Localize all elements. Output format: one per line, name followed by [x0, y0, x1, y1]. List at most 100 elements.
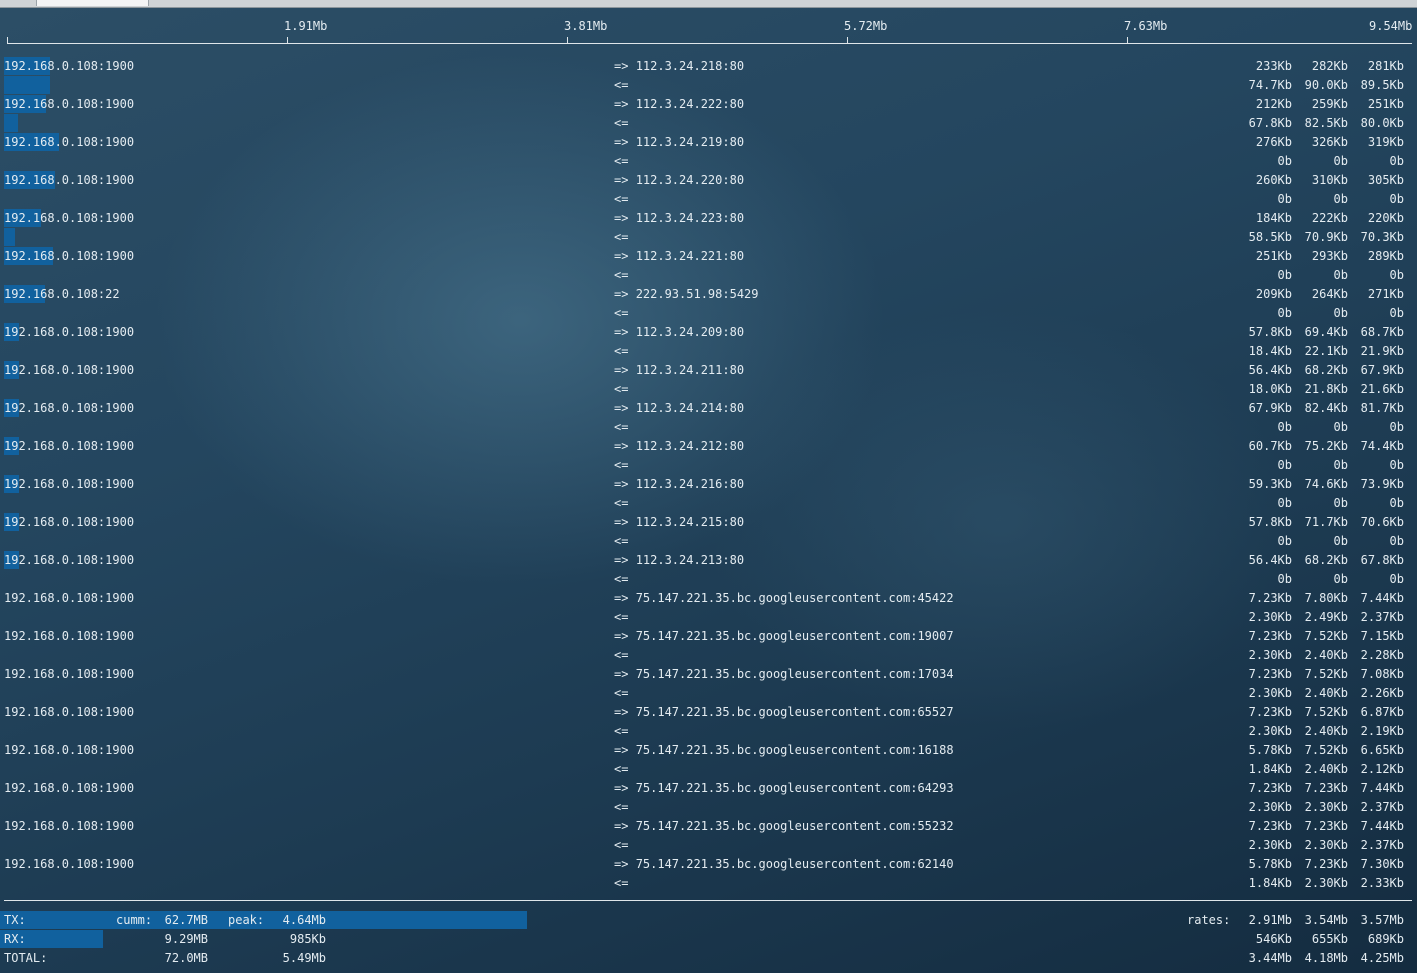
source-host: 192.168.0.108:1900 — [4, 857, 135, 871]
rx-rate-bar — [4, 114, 18, 132]
source-host: 192.168.0.108:1900 — [4, 211, 135, 225]
outbound-arrow: => — [614, 249, 629, 263]
destination-address: 112.3.24.219:80 — [635, 135, 745, 149]
connection-row: 192.168.0.108:1900 => 75.147.221.35.bc.go… — [0, 702, 1417, 740]
outbound-arrow: => — [614, 325, 629, 339]
outbound-arrow: => — [614, 477, 629, 491]
source-host: 192.168.0.108:1900 — [4, 249, 135, 263]
totals-separator — [4, 900, 1412, 901]
source-host: 192.168.0.108:1900 — [4, 591, 135, 605]
tx-rate-value: 7.30Kb — [1360, 857, 1404, 871]
rx-rate-value: 2.33Kb — [1360, 876, 1404, 890]
scale-label: 5.72Mb — [844, 19, 888, 33]
rx-peak: 985Kb — [289, 932, 326, 946]
destination-address: 112.3.24.215:80 — [635, 515, 745, 529]
outbound-arrow: => — [614, 781, 629, 795]
inbound-arrow: <= — [614, 534, 629, 548]
destination-address: 112.3.24.220:80 — [635, 173, 745, 187]
inbound-arrow: <= — [614, 382, 629, 396]
destination-host: => 112.3.24.212:80 — [614, 439, 744, 453]
inbound-arrow: <= — [614, 876, 629, 890]
rx-rate-value: 0b — [1389, 534, 1404, 548]
scale-label: 9.54Mb — [1369, 19, 1413, 33]
destination-address: 112.3.24.222:80 — [635, 97, 745, 111]
destination-host: => 112.3.24.222:80 — [614, 97, 744, 111]
outbound-arrow: => — [614, 553, 629, 567]
active-tab[interactable] — [36, 0, 149, 6]
destination-address: 112.3.24.211:80 — [635, 363, 745, 377]
connection-row: 192.168.0.108:1900 => 75.147.221.35.bc.go… — [0, 664, 1417, 702]
destination-address: 112.3.24.223:80 — [635, 211, 745, 225]
destination-address: 112.3.24.216:80 — [635, 477, 745, 491]
connection-row: 192.168.0.108:1900 => 75.147.221.35.bc.go… — [0, 740, 1417, 778]
inbound-arrow: <= — [614, 800, 629, 814]
inbound-arrow: <= — [614, 838, 629, 852]
tx-rate-value: 67.8Kb — [1360, 553, 1404, 567]
destination-host: => 112.3.24.209:80 — [614, 325, 744, 339]
source-host: 192.168.0.108:1900 — [4, 439, 135, 453]
inbound-arrow: <= — [614, 458, 629, 472]
tx-rate-value: 251Kb — [1367, 97, 1404, 111]
total-rate-40s: 4.25Mb — [1360, 951, 1404, 965]
destination-address: 112.3.24.212:80 — [635, 439, 745, 453]
source-host: 192.168.0.108:1900 — [4, 781, 135, 795]
destination-address: 75.147.221.35.bc.googleusercontent.com:5… — [635, 819, 954, 833]
destination-host: => 75.147.221.35.bc.googleusercontent.co… — [614, 591, 954, 605]
source-host: 192.168.0.108:1900 — [4, 135, 135, 149]
destination-address: 75.147.221.35.bc.googleusercontent.com:1… — [635, 629, 954, 643]
scale-label: 3.81Mb — [564, 19, 608, 33]
inbound-arrow: <= — [614, 192, 629, 206]
destination-address: 75.147.221.35.bc.googleusercontent.com:6… — [635, 781, 954, 795]
inbound-arrow: <= — [614, 230, 629, 244]
source-host: 192.168.0.108:1900 — [4, 743, 135, 757]
connection-row: 192.168.0.108:1900 => 112.3.24.214:80 <= 67… — [0, 398, 1417, 436]
inbound-arrow: <= — [614, 724, 629, 738]
rx-label: RX: — [4, 932, 26, 946]
rx-rate-value: 0b — [1389, 458, 1404, 472]
destination-address: 75.147.221.35.bc.googleusercontent.com:1… — [635, 743, 954, 757]
connection-row: 192.168.0.108:1900 => 75.147.221.35.bc.go… — [0, 778, 1417, 816]
tx-cumm: 62.7MB — [164, 913, 208, 927]
connection-row: 192.168.0.108:1900 => 112.3.24.222:80 <= 21… — [0, 94, 1417, 132]
outbound-arrow: => — [614, 629, 629, 643]
destination-host: => 112.3.24.223:80 — [614, 211, 744, 225]
rx-rate-value: 2.37Kb — [1360, 610, 1404, 624]
rx-rate-value: 70.3Kb — [1360, 230, 1404, 244]
rx-rate-value: 80.0Kb — [1360, 116, 1404, 130]
rx-rate-value: 2.19Kb — [1360, 724, 1404, 738]
outbound-arrow: => — [614, 743, 629, 757]
destination-address: 75.147.221.35.bc.googleusercontent.com:6… — [635, 705, 954, 719]
rx-rate-40s: 689Kb — [1367, 932, 1404, 946]
connection-row: 192.168.0.108:1900 => 112.3.24.211:80 <= 56… — [0, 360, 1417, 398]
source-host: 192.168.0.108:1900 — [4, 363, 135, 377]
window-tab-strip — [0, 0, 1417, 8]
tx-rate-value: 289Kb — [1367, 249, 1404, 263]
rx-rate-value: 2.12Kb — [1360, 762, 1404, 776]
tx-rate-value: 281Kb — [1367, 59, 1404, 73]
connection-row: 192.168.0.108:1900 => 112.3.24.220:80 <= 26… — [0, 170, 1417, 208]
tx-rate-value: 7.44Kb — [1360, 819, 1404, 833]
rx-rate-bar — [4, 228, 15, 246]
destination-host: => 112.3.24.221:80 — [614, 249, 744, 263]
inbound-arrow: <= — [614, 496, 629, 510]
source-host: 192.168.0.108:1900 — [4, 97, 135, 111]
rx-rate-value: 0b — [1389, 496, 1404, 510]
destination-host: => 112.3.24.213:80 — [614, 553, 744, 567]
tx-rate-value: 305Kb — [1367, 173, 1404, 187]
inbound-arrow: <= — [614, 154, 629, 168]
rx-rate-value: 21.6Kb — [1360, 382, 1404, 396]
rx-rate-value: 21.9Kb — [1360, 344, 1404, 358]
destination-host: => 75.147.221.35.bc.googleusercontent.co… — [614, 705, 954, 719]
outbound-arrow: => — [614, 211, 629, 225]
outbound-arrow: => — [614, 667, 629, 681]
tx-rate-value: 74.4Kb — [1360, 439, 1404, 453]
outbound-arrow: => — [614, 287, 629, 301]
connection-row: 192.168.0.108:1900 => 75.147.221.35.bc.go… — [0, 854, 1417, 892]
destination-host: => 112.3.24.219:80 — [614, 135, 744, 149]
source-host: 192.168.0.108:1900 — [4, 819, 135, 833]
connection-row: 192.168.0.108:1900 => 75.147.221.35.bc.go… — [0, 626, 1417, 664]
destination-address: 112.3.24.221:80 — [635, 249, 745, 263]
inbound-arrow: <= — [614, 344, 629, 358]
rx-rate-value: 2.37Kb — [1360, 838, 1404, 852]
source-host: 192.168.0.108:1900 — [4, 629, 135, 643]
